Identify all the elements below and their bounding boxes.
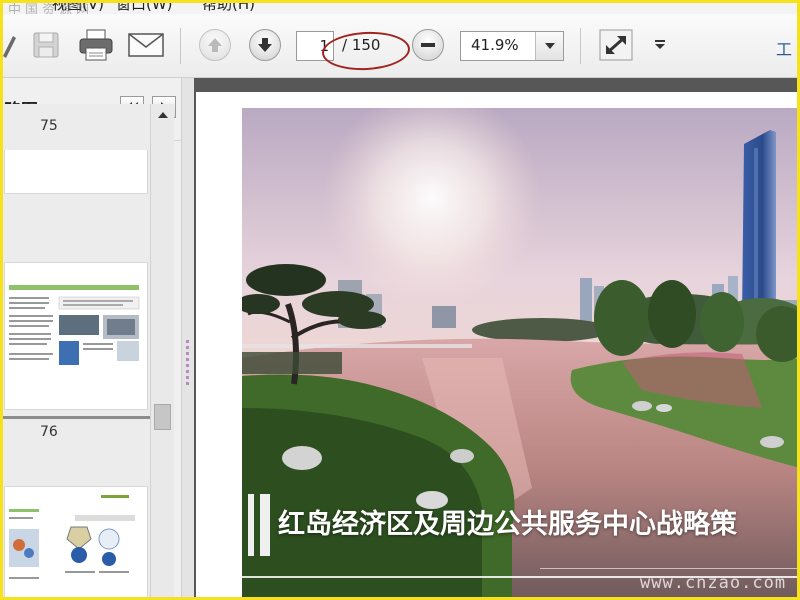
minus-icon (412, 29, 444, 61)
arrow-up-icon (199, 29, 231, 61)
cover-title-banner: 红岛经济区及周边公共服务中心战略策 (248, 492, 800, 558)
decorative-line (540, 568, 800, 569)
menu-view[interactable]: 视图(V) (52, 0, 104, 14)
email-button[interactable] (126, 28, 166, 62)
toolbar-separator (580, 28, 581, 64)
cover-title: 红岛经济区及周边公共服务中心战略策 (278, 509, 737, 540)
thumbnail-page-number: 75 (40, 118, 58, 134)
splitter-grip (186, 370, 189, 373)
thumbnail-76-preview (9, 495, 135, 579)
tools-menu-label[interactable]: 工 (776, 36, 792, 60)
splitter-grip (186, 340, 189, 343)
chevron-up-icon (157, 112, 168, 118)
splitter-grip (186, 346, 189, 349)
thumbnail-list: 75 76 (0, 104, 150, 600)
previous-page-button[interactable] (198, 28, 232, 62)
panel-splitter[interactable] (182, 78, 194, 600)
chevron-down-icon (544, 43, 555, 49)
print-button[interactable] (76, 28, 116, 62)
current-page-marker (0, 416, 150, 419)
edit-tool-button[interactable] (0, 28, 18, 62)
pencil-icon (3, 36, 16, 58)
splitter-grip (186, 382, 189, 385)
full-screen-button[interactable] (598, 28, 634, 62)
red-annotation-ellipse (321, 29, 411, 73)
scroll-up-button[interactable] (151, 104, 174, 126)
splitter-grip (186, 358, 189, 361)
splitter-grip (186, 376, 189, 379)
splitter-grip (186, 364, 189, 367)
thumbnail-page-74[interactable] (4, 150, 148, 194)
zoom-value: 41.9% (471, 36, 519, 54)
menu-help[interactable]: 帮助(H) (202, 0, 255, 14)
next-page-button[interactable] (248, 28, 282, 62)
menu-window[interactable]: 窗口(W) (116, 0, 173, 14)
zoom-out-button[interactable] (410, 28, 446, 62)
expand-icon (599, 29, 633, 61)
thumbnail-page-76[interactable] (4, 486, 148, 600)
envelope-icon (128, 33, 164, 57)
arrow-down-icon (249, 29, 281, 61)
more-tools-button[interactable] (652, 28, 668, 62)
banner-accent-bar (260, 494, 270, 556)
thumbnail-page-number: 76 (40, 424, 58, 440)
save-button[interactable] (28, 28, 64, 62)
watermark-bottom: www.cnzao.com (640, 573, 787, 593)
thumbnail-scrollbar[interactable] (150, 104, 174, 600)
thumbnail-75-preview (9, 285, 140, 365)
banner-accent-bar (248, 494, 254, 556)
save-icon (33, 32, 59, 58)
printer-icon (79, 29, 113, 61)
zoom-dropdown-button[interactable] (535, 32, 563, 60)
scroll-thumb[interactable] (154, 404, 171, 430)
zoom-select[interactable]: 41.9% (460, 31, 564, 61)
splitter-grip (186, 352, 189, 355)
toolbar: 1 / 150 41.9% 工 (0, 14, 800, 78)
menu-bar: 中国资源网 视图(V) 窗口(W) 帮助(H) (0, 0, 800, 14)
dropdown-caret-icon (655, 40, 665, 49)
thumbnail-page-75[interactable] (4, 262, 148, 410)
toolbar-separator (180, 28, 181, 64)
